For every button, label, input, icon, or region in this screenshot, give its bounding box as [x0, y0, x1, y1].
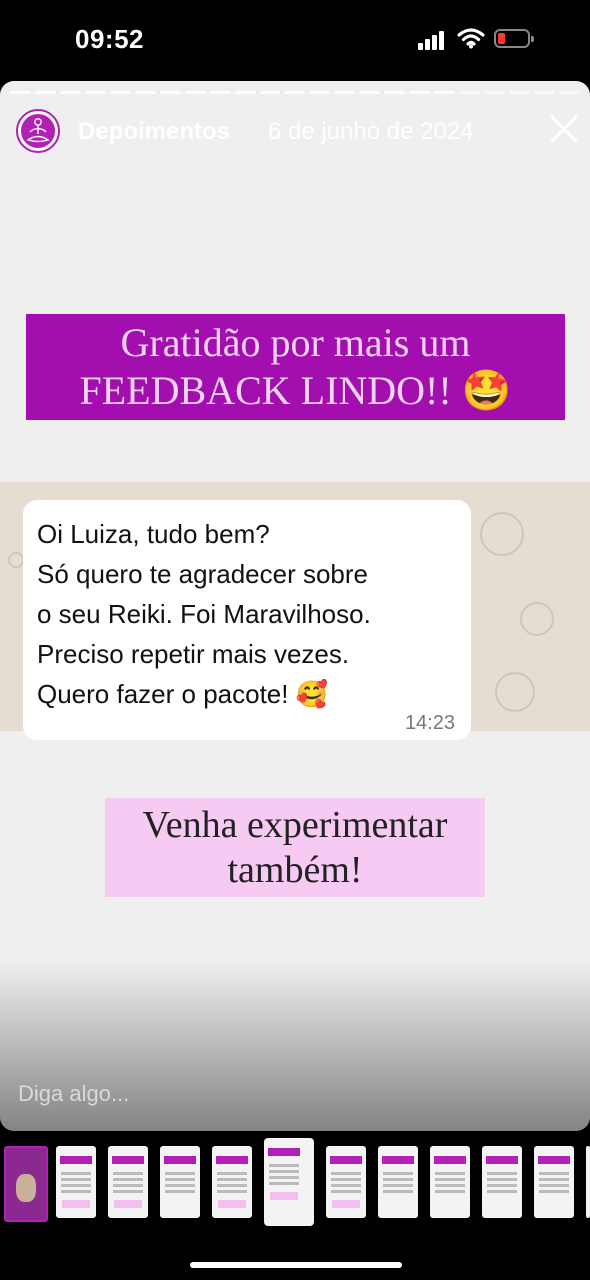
- meditation-figure-icon: [26, 118, 50, 143]
- chat-bubble: Oi Luiza, tudo bem? Só quero te agradece…: [23, 500, 471, 740]
- cta-text: Venha experimentar também!: [142, 804, 448, 891]
- story-thumbnail[interactable]: [430, 1146, 470, 1218]
- cta-banner: Venha experimentar também!: [105, 798, 485, 897]
- home-indicator[interactable]: [190, 1262, 402, 1268]
- story-thumbnail[interactable]: [212, 1146, 252, 1218]
- story-thumbnail[interactable]: [534, 1146, 574, 1218]
- wifi-icon: [457, 28, 485, 49]
- story-thumbnail-active[interactable]: [264, 1138, 314, 1226]
- story-thumbnail[interactable]: [56, 1146, 96, 1218]
- story-thumbnail[interactable]: [4, 1146, 48, 1222]
- story-thumbnail-strip: [0, 1138, 590, 1230]
- story-thumbnail[interactable]: [108, 1146, 148, 1218]
- story-thumbnail[interactable]: [586, 1146, 590, 1218]
- story-thumbnail[interactable]: [482, 1146, 522, 1218]
- headline-text: Gratidão por mais um FEEDBACK LINDO!! 🤩: [79, 320, 512, 413]
- story-thumbnail[interactable]: [378, 1146, 418, 1218]
- story-thumbnail[interactable]: [160, 1146, 200, 1218]
- avatar[interactable]: [16, 109, 60, 153]
- status-bar: 09:52: [0, 0, 590, 80]
- cellular-signal-icon: [418, 30, 450, 50]
- story-progress-bar: [10, 91, 580, 95]
- story-date: 6 de junho de 2024: [268, 118, 474, 145]
- chat-screenshot: Oi Luiza, tudo bem? Só quero te agradece…: [0, 482, 590, 740]
- status-time: 09:52: [75, 24, 144, 54]
- reply-input[interactable]: Diga algo...: [18, 1081, 129, 1107]
- headline-banner: Gratidão por mais um FEEDBACK LINDO!! 🤩: [26, 314, 565, 420]
- story-username[interactable]: Depoimentos: [78, 118, 230, 146]
- battery-low-icon: [494, 29, 534, 48]
- chat-message-time: 14:23: [404, 712, 455, 734]
- close-icon[interactable]: [548, 113, 580, 145]
- story-viewer[interactable]: Depoimentos 6 de junho de 2024 Gratidão …: [0, 81, 590, 1131]
- story-thumbnail[interactable]: [326, 1146, 366, 1218]
- chat-message-text: Oi Luiza, tudo bem? Só quero te agradece…: [37, 519, 371, 709]
- story-header: Depoimentos 6 de junho de 2024: [16, 109, 578, 155]
